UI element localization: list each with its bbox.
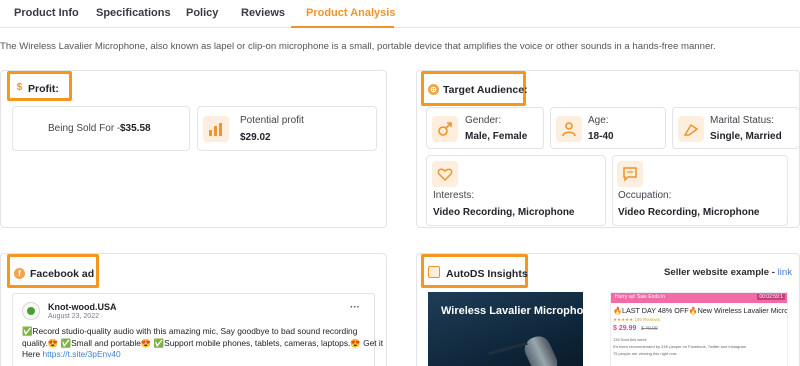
age-value: 18-40 xyxy=(588,131,614,142)
being-sold-value: $35.58 xyxy=(120,123,151,134)
audience-title: Target Audience: xyxy=(443,84,528,96)
fb-post-date: August 23, 2022 · xyxy=(48,313,104,320)
site-old-price: $ 49.99 xyxy=(641,326,658,332)
fb-post-line-3: Here xyxy=(22,349,43,359)
fb-post-line-1: ✅Record studio-quality audio with this a… xyxy=(22,326,358,336)
site-banner: Hurry up! Sale Ends in 00:02:59:1 xyxy=(611,293,787,303)
site-reviews: ★★★★★ 156 Reviews xyxy=(613,317,661,322)
site-timer: 00:02:59:1 xyxy=(757,294,785,300)
being-sold-label: Being Sold For - xyxy=(48,123,121,134)
fb-post-text: ✅Record studio-quality audio with this a… xyxy=(22,326,384,361)
site-banner-text: Hurry up! Sale Ends in xyxy=(615,294,666,300)
site-line-2: It's been recommended by 24K people on F… xyxy=(613,344,747,349)
dollar-icon: $ xyxy=(16,82,23,93)
product-image-caption: Wireless Lavalier Microphone xyxy=(441,305,583,317)
tab-reviews[interactable]: Reviews xyxy=(241,7,285,19)
seller-website-link[interactable]: link xyxy=(778,267,792,278)
site-line-3: 75 people are viewing this right now xyxy=(613,351,677,356)
marital-status-value: Single, Married xyxy=(710,131,782,142)
page-logo-icon xyxy=(27,307,35,315)
heart-icon xyxy=(432,161,458,187)
tab-product-info[interactable]: Product Info xyxy=(14,7,79,19)
seller-website-label: Seller website example - xyxy=(664,267,778,278)
autods-icon xyxy=(428,266,440,278)
seller-site-thumbnail[interactable]: Hurry up! Sale Ends in 00:02:59:1 🔥LAST … xyxy=(610,292,788,366)
site-product-title: 🔥LAST DAY 48% OFF🔥New Wireless Lavalier … xyxy=(613,306,788,315)
bar-chart-icon xyxy=(203,116,229,142)
fb-page-name[interactable]: Knot-wood.USA xyxy=(48,302,116,312)
age-label: Age: xyxy=(588,115,609,126)
occupation-label: Occupation: xyxy=(618,190,672,201)
tab-specifications[interactable]: Specifications xyxy=(96,7,171,19)
gender-label: Gender: xyxy=(465,115,502,126)
globe-icon: ⊕ xyxy=(428,84,439,95)
seller-website-row: Seller website example - link xyxy=(664,267,792,278)
potential-profit-label: Potential profit xyxy=(240,115,304,126)
marital-status-label: Marital Status: xyxy=(710,115,774,126)
occupation-value: Video Recording, Microphone xyxy=(618,207,760,218)
fb-post-line-2: quality.😍 ✅Small and portable😍 ✅Support … xyxy=(22,337,384,348)
fb-post-link[interactable]: https://t.site/3pEnv40 xyxy=(42,349,120,359)
profit-title: Profit: xyxy=(28,83,59,95)
chat-icon xyxy=(617,161,643,187)
site-line-1: 134 Sold this week xyxy=(613,337,647,342)
autods-title: AutoDS Insights xyxy=(446,268,528,280)
interests-value: Video Recording, Microphone xyxy=(433,207,575,218)
tab-bar: Product Info Specifications Policy Revie… xyxy=(0,0,800,28)
cable-line xyxy=(488,341,528,356)
avatar xyxy=(22,302,40,320)
gender-value: Male, Female xyxy=(465,131,528,142)
facebook-title: Facebook ad xyxy=(30,268,95,280)
product-description: The Wireless Lavalier Microphone, also k… xyxy=(0,41,716,52)
ring-icon xyxy=(678,116,704,142)
gender-icon xyxy=(432,116,458,142)
potential-profit-value: $29.02 xyxy=(240,132,271,143)
interests-label: Interests: xyxy=(433,190,475,201)
facebook-icon: f xyxy=(14,268,25,279)
tab-product-analysis[interactable]: Product Analysis xyxy=(306,7,395,19)
more-options-icon[interactable]: ··· xyxy=(350,302,360,313)
active-tab-indicator xyxy=(291,26,394,28)
site-price: $ 29.99 xyxy=(613,325,637,332)
microphone-icon xyxy=(520,332,562,366)
tab-policy[interactable]: Policy xyxy=(186,7,218,19)
person-icon xyxy=(556,116,582,142)
product-image: Wireless Lavalier Microphone xyxy=(428,292,583,366)
